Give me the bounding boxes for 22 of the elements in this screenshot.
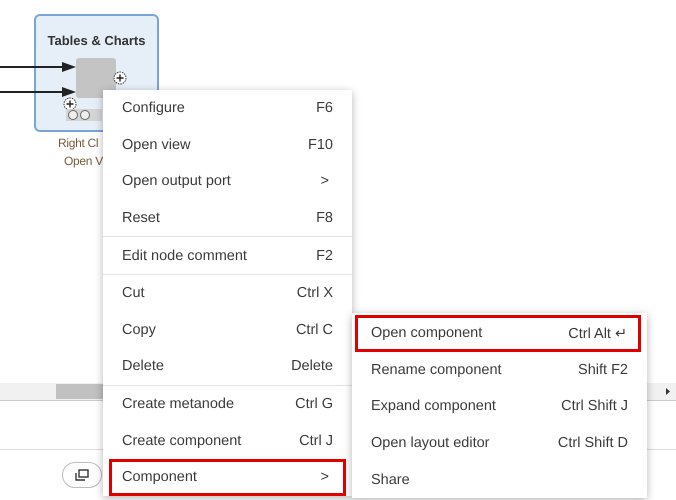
menu-item[interactable]: Copy Ctrl C: [109, 312, 346, 348]
menu-item[interactable]: Edit node comment F2: [109, 237, 346, 274]
menu-item[interactable]: Rename component Shift F2: [355, 352, 641, 388]
menu-item[interactable]: Open layout editor Ctrl Shift D: [355, 424, 641, 462]
add-port-icon[interactable]: [113, 71, 127, 85]
menu-item[interactable]: Share: [355, 461, 641, 498]
node-label: Right Cl: [58, 136, 98, 150]
menu-item[interactable]: Create component Ctrl J: [109, 422, 346, 459]
port-bar: [66, 109, 102, 121]
menu-item[interactable]: Component >: [109, 458, 346, 496]
window-button[interactable]: [62, 462, 102, 488]
menu-item[interactable]: Create metanode Ctrl G: [109, 386, 346, 422]
menu-item[interactable]: Expand component Ctrl Shift J: [355, 388, 641, 425]
node-body[interactable]: [76, 58, 116, 98]
menu-item[interactable]: Cut Ctrl X: [109, 274, 346, 312]
node-label: Open V: [64, 154, 103, 168]
menu-item[interactable]: Open component Ctrl Alt ↵: [355, 315, 641, 352]
menu-item[interactable]: Open output port >: [109, 163, 346, 200]
windows-icon: [75, 469, 89, 481]
node-title: Tables & Charts: [46, 33, 146, 48]
menu-item[interactable]: Delete Delete: [109, 348, 346, 385]
menu-item[interactable]: Reset F8: [109, 200, 346, 236]
